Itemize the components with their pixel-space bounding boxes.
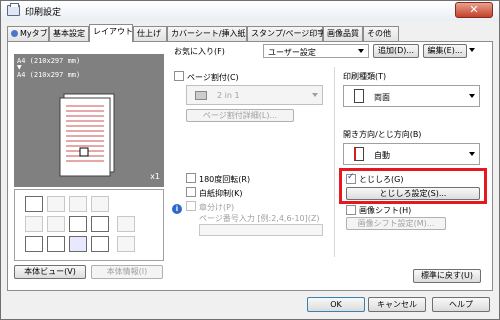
chevron-down-icon bbox=[312, 93, 318, 97]
margin-label: とじしろ(G) bbox=[359, 175, 404, 184]
rotate-checkbox[interactable] bbox=[186, 173, 196, 183]
print-type-dropdown[interactable]: 両面 bbox=[343, 85, 480, 107]
tab-mytab[interactable]: Myタブ bbox=[7, 26, 49, 41]
body-info-button[interactable]: 本体情報(I) bbox=[91, 265, 163, 279]
tab-cover-sheet[interactable]: カバーシート/挿入紙 bbox=[167, 26, 247, 41]
rotate-label: 180度回転(R) bbox=[199, 175, 251, 184]
binding-label: 開き方向/とじ方向(B) bbox=[343, 130, 422, 139]
user-box-icon[interactable] bbox=[47, 236, 65, 252]
combine-detail-button[interactable]: ページ割付詳細(L)... bbox=[186, 109, 294, 122]
binding-icon bbox=[354, 147, 364, 161]
preview-pane: A4 (210x297 mm) ▼ A4 (210x297 mm) x1 bbox=[14, 54, 164, 187]
margin-settings-button[interactable]: とじしろ設定(S)... bbox=[346, 187, 480, 200]
chapter-label: 章分け(P) bbox=[199, 203, 235, 212]
image-shift-checkbox[interactable] bbox=[346, 205, 356, 215]
margin-checkbox[interactable] bbox=[346, 172, 356, 184]
restore-defaults-button[interactable]: 標準に戻す(U) bbox=[413, 269, 481, 283]
blank-suppress-label: 白紙抑制(K) bbox=[199, 189, 243, 198]
body-view-button[interactable]: 本体ビュー(V) bbox=[14, 265, 86, 279]
copy-icon[interactable] bbox=[91, 236, 109, 252]
chapter-checkbox[interactable] bbox=[186, 201, 196, 211]
tab-other[interactable]: その他 bbox=[363, 26, 399, 41]
tab-layout[interactable]: レイアウト bbox=[89, 24, 133, 42]
tab-finishing[interactable]: 仕上げ bbox=[133, 26, 167, 41]
print-type-label: 印刷種類(T) bbox=[343, 72, 387, 81]
combine-value: 2 in 1 bbox=[217, 91, 240, 100]
image-shift-label: 画像シフト(H) bbox=[359, 206, 412, 215]
combine-checkbox[interactable] bbox=[174, 71, 184, 81]
users-icon[interactable] bbox=[69, 236, 87, 252]
arrow-down-icon: ▼ bbox=[17, 64, 22, 71]
window-title: 印刷設定 bbox=[25, 8, 62, 18]
combine-label: ページ割付(C) bbox=[187, 73, 239, 82]
binding-dropdown[interactable]: 自動 bbox=[343, 143, 480, 165]
paper-stack-icon[interactable] bbox=[117, 216, 135, 232]
blank-suppress-checkbox[interactable] bbox=[186, 187, 196, 197]
print-settings-window: 印刷設定 ✕ Myタブ 基本設定 レイアウト 仕上げ カバーシート/挿入紙 スタ… bbox=[0, 0, 500, 320]
chevron-down-icon bbox=[358, 49, 364, 53]
chevron-down-icon bbox=[469, 94, 475, 98]
chapter-page-input[interactable] bbox=[199, 224, 323, 236]
binding-value: 自動 bbox=[374, 151, 390, 160]
chevron-down-icon[interactable] bbox=[469, 48, 475, 52]
finisher-icon[interactable] bbox=[25, 196, 43, 212]
favorites-dropdown[interactable]: ユーザー設定 bbox=[263, 44, 369, 58]
cabinet-icon[interactable] bbox=[91, 216, 109, 232]
function-icon-grid bbox=[14, 189, 164, 261]
tab-basic[interactable]: 基本設定 bbox=[49, 26, 89, 41]
output-paper-size: A4 (210x297 mm) bbox=[17, 71, 81, 79]
info-icon: i bbox=[172, 204, 182, 214]
tab-label: Myタブ bbox=[20, 29, 48, 38]
help-button[interactable]: ヘルプ bbox=[432, 297, 490, 312]
chapter-hint-text: ページ番号入力 [例:2,4,6-10] bbox=[199, 214, 308, 223]
add-favorite-button[interactable]: 追加(D)... bbox=[373, 44, 419, 58]
favorites-label: お気に入り(F) bbox=[174, 47, 225, 56]
print-type-value: 両面 bbox=[374, 93, 390, 102]
tray-icon[interactable] bbox=[25, 216, 43, 232]
source-paper-size: A4 (210x297 mm) bbox=[17, 57, 81, 65]
chapter-hint-suffix: (Z) bbox=[307, 214, 320, 223]
two-in-one-icon bbox=[195, 91, 207, 100]
tab-image-quality[interactable]: 画像品質 bbox=[323, 26, 363, 41]
close-button[interactable]: ✕ bbox=[455, 2, 493, 18]
server-icon[interactable] bbox=[117, 236, 135, 252]
punch-icon[interactable] bbox=[69, 196, 87, 212]
divider bbox=[334, 67, 335, 257]
chevron-down-icon bbox=[469, 152, 475, 156]
tab-stamp[interactable]: スタンプ/ページ印字 bbox=[247, 26, 325, 41]
document-icon[interactable] bbox=[25, 236, 43, 252]
text-page-icon[interactable] bbox=[69, 216, 87, 232]
favorites-value: ユーザー設定 bbox=[268, 48, 316, 57]
printer-icon bbox=[7, 3, 20, 16]
duplex-icon bbox=[354, 89, 364, 103]
edit-favorite-button[interactable]: 編集(E)... bbox=[423, 44, 467, 58]
cancel-button[interactable]: キャンセル bbox=[368, 297, 426, 312]
title-bar: 印刷設定 ✕ bbox=[1, 1, 499, 21]
chapter-hint: ページ番号入力 [例:2,4,6-10](Z) bbox=[199, 213, 319, 224]
copies-count: x1 bbox=[150, 172, 160, 181]
ok-button[interactable]: OK bbox=[307, 297, 365, 312]
staple-icon[interactable] bbox=[47, 196, 65, 212]
page-preview-icon bbox=[59, 93, 115, 177]
output-icon[interactable] bbox=[47, 216, 65, 232]
fold-icon[interactable] bbox=[91, 196, 109, 212]
user-icon bbox=[11, 30, 18, 37]
image-shift-settings-button[interactable]: 画像シフト設定(M)... bbox=[346, 217, 446, 230]
combine-dropdown[interactable]: 2 in 1 bbox=[186, 85, 323, 105]
